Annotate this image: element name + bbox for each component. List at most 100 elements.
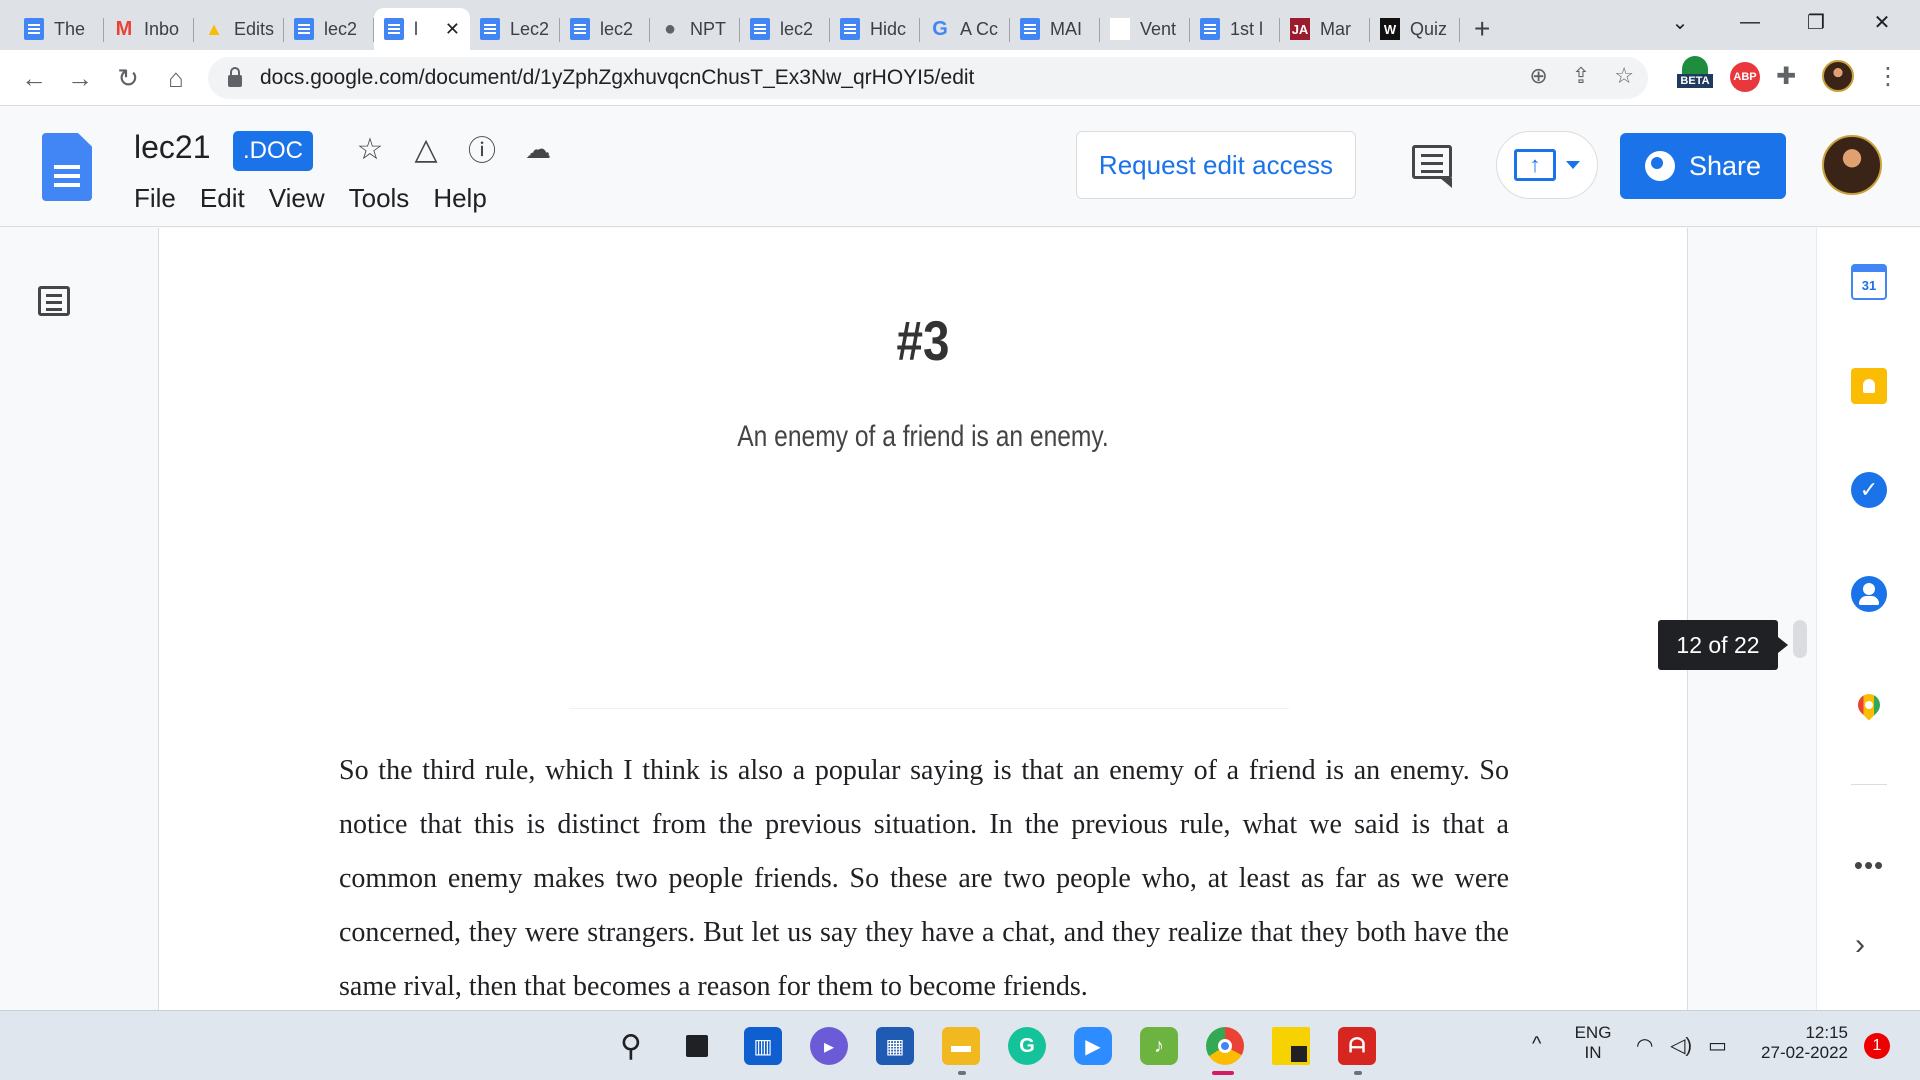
browser-tab[interactable]: Vent (1100, 8, 1190, 50)
task-view-icon[interactable] (678, 1027, 716, 1065)
forward-button[interactable]: → (62, 60, 98, 96)
expand-panel-icon[interactable]: › (1855, 928, 1865, 962)
zoom-icon[interactable]: ⊕ (1529, 63, 1547, 89)
tab-search-icon[interactable]: ⌄ (1650, 0, 1710, 44)
browser-tab[interactable]: l ✕ (374, 8, 470, 50)
add-to-drive-icon[interactable]: △ (408, 131, 444, 167)
menu-bar: File Edit View Tools Help (134, 183, 511, 214)
browser-menu-icon[interactable]: ⋮ (1876, 62, 1900, 91)
more-addons-icon[interactable]: ••• (1851, 850, 1887, 881)
present-button[interactable]: ↑ (1496, 131, 1598, 199)
windows-start-icon[interactable] (546, 1027, 584, 1065)
browser-tab[interactable]: lec2 (284, 8, 374, 50)
browser-tab[interactable]: M Inbo (104, 8, 194, 50)
browser-profile-avatar[interactable] (1822, 60, 1854, 92)
close-tab-icon[interactable]: ✕ (445, 19, 460, 40)
tab-title: Mar (1320, 18, 1351, 39)
calendar-icon[interactable]: 31 (1851, 264, 1887, 300)
scrollbar-thumb[interactable] (1793, 620, 1807, 658)
browser-tab[interactable]: MAI (1010, 8, 1100, 50)
browser-tab[interactable]: G A Cc (920, 8, 1010, 50)
docs-file-icon (570, 18, 590, 40)
taskbar: ⚲ ▥ ▸ ▦ ▬ G ▶ ♪ ᗩ ^ ENG IN ◠ ◁) ▭ 12:15 … (0, 1010, 1920, 1080)
browser-tab[interactable]: 1st l (1190, 8, 1280, 50)
docs-file-icon (24, 18, 44, 40)
minimize-button[interactable]: — (1720, 0, 1780, 44)
document-title[interactable]: lec21 (134, 129, 211, 166)
reload-button[interactable]: ↻ (110, 60, 146, 96)
keep-icon[interactable] (1851, 368, 1887, 404)
request-edit-access-button[interactable]: Request edit access (1076, 131, 1356, 199)
browser-tab[interactable]: Hidc (830, 8, 920, 50)
tray-overflow-icon[interactable]: ^ (1532, 1033, 1541, 1056)
running-indicator (1354, 1071, 1362, 1075)
share-label: Share (1688, 150, 1762, 181)
volume-icon[interactable]: ◁) (1670, 1033, 1692, 1058)
menu-edit[interactable]: Edit (200, 183, 257, 214)
active-app-indicator (1212, 1071, 1234, 1075)
bookmark-star-icon[interactable]: ☆ (1614, 63, 1634, 89)
browser-tab[interactable]: lec2 (740, 8, 830, 50)
tasks-icon[interactable]: ✓ (1851, 472, 1887, 508)
star-icon[interactable]: ☆ (352, 131, 388, 167)
adobe-acrobat-icon[interactable]: ᗩ (1338, 1027, 1376, 1065)
close-window-button[interactable]: ✕ (1852, 0, 1912, 44)
notes-app-icon[interactable]: ♪ (1140, 1027, 1178, 1065)
chrome-icon[interactable] (1206, 1027, 1244, 1065)
browser-tab[interactable]: ▲ Edits (194, 8, 284, 50)
side-panel: 31 ✓ ••• › (1816, 228, 1920, 1010)
document-page[interactable]: #3 An enemy of a friend is an enemy. So … (158, 228, 1688, 1010)
address-bar[interactable]: docs.google.com/document/d/1yZphZgxhuvqc… (208, 57, 1648, 99)
cloud-status-icon[interactable]: ☁ (520, 131, 556, 167)
browser-tab[interactable]: ● NPT (650, 8, 740, 50)
maps-icon[interactable] (1853, 689, 1885, 721)
widgets-icon[interactable]: ▥ (744, 1027, 782, 1065)
document-info-icon[interactable]: ⓘ (464, 131, 500, 167)
browser-tab[interactable]: JA Mar (1280, 8, 1370, 50)
notification-badge[interactable]: 1 (1864, 1033, 1890, 1059)
menu-file[interactable]: File (134, 183, 188, 214)
beta-extension-icon[interactable]: BETA (1676, 56, 1714, 88)
share-page-icon[interactable]: ⇪ (1572, 63, 1590, 89)
file-explorer-icon[interactable]: ▬ (942, 1027, 980, 1065)
contacts-icon[interactable] (1851, 576, 1887, 612)
teams-chat-icon[interactable]: ▸ (810, 1027, 848, 1065)
share-button[interactable]: Share (1620, 133, 1786, 199)
tab-title: Inbo (144, 18, 180, 39)
adblock-extension-icon[interactable]: ABP (1730, 62, 1760, 92)
tab-title: Quiz (1410, 18, 1448, 39)
new-tab-button[interactable]: + (1474, 8, 1490, 50)
page-indicator-tooltip: 12 of 22 (1658, 620, 1788, 670)
docs-file-icon (1200, 18, 1220, 40)
wifi-icon[interactable]: ◠ (1636, 1033, 1653, 1058)
clock[interactable]: 12:15 27-02-2022 (1752, 1023, 1848, 1063)
account-avatar[interactable] (1822, 135, 1882, 195)
grammarly-icon[interactable]: G (1008, 1027, 1046, 1065)
browser-tab[interactable]: W Quiz (1370, 8, 1460, 50)
home-button[interactable]: ⌂ (158, 60, 194, 96)
back-button[interactable]: ← (16, 60, 52, 96)
site-favicon-icon: JA (1290, 18, 1310, 40)
zoom-app-icon[interactable]: ▶ (1074, 1027, 1112, 1065)
menu-tools[interactable]: Tools (349, 183, 422, 214)
browser-tab[interactable]: The (14, 8, 104, 50)
blank-page-icon (1110, 18, 1130, 40)
comment-history-icon[interactable] (1412, 145, 1452, 188)
battery-icon[interactable]: ▭ (1708, 1033, 1727, 1058)
lock-icon[interactable] (228, 67, 242, 87)
browser-tab[interactable]: lec2 (560, 8, 650, 50)
search-icon[interactable]: ⚲ (612, 1027, 650, 1065)
docs-file-icon (750, 18, 770, 40)
menu-view[interactable]: View (269, 183, 337, 214)
menu-help[interactable]: Help (433, 183, 498, 214)
docs-logo-icon[interactable] (42, 133, 92, 201)
microsoft-store-icon[interactable]: ▦ (876, 1027, 914, 1065)
sticky-notes-icon[interactable] (1272, 1027, 1310, 1065)
browser-tab[interactable]: Lec2 (470, 8, 560, 50)
extensions-puzzle-icon[interactable]: ✚ (1776, 62, 1796, 91)
site-favicon-icon: W (1380, 18, 1400, 40)
document-area: #3 An enemy of a friend is an enemy. So … (0, 228, 1816, 1010)
restore-button[interactable]: ❐ (1786, 0, 1846, 44)
document-outline-icon[interactable] (38, 286, 70, 316)
language-indicator[interactable]: ENG IN (1572, 1023, 1614, 1063)
